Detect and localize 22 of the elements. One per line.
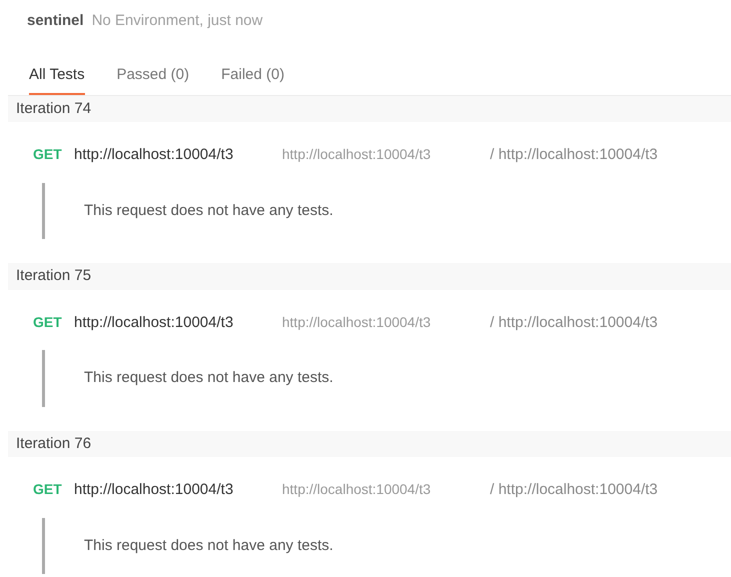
iteration-header: Iteration 75 [8, 263, 731, 290]
request-name[interactable]: http://localhost:10004/t3 [74, 144, 282, 166]
http-method: GET [33, 312, 63, 332]
test-message: This request does not have any tests. [42, 518, 731, 574]
request-name[interactable]: http://localhost:10004/t3 [74, 479, 282, 502]
request-url: http://localhost:10004/t3 [282, 312, 432, 332]
request-url: http://localhost:10004/t3 [282, 480, 432, 499]
test-message: This request does not have any tests. [42, 350, 731, 406]
run-info: No Environment, just now [92, 11, 263, 31]
filter-tab[interactable]: Failed (0) [221, 60, 284, 94]
test-message: This request does not have any tests. [42, 182, 731, 239]
iteration-header: Iteration 76 [8, 430, 731, 457]
filter-tab[interactable]: Passed (0) [116, 60, 190, 94]
request-url: http://localhost:10004/t3 [282, 145, 432, 164]
http-method: GET [33, 145, 63, 164]
request-path: / http://localhost:10004/t3 [490, 312, 658, 332]
collection-name: sentinel [27, 11, 84, 31]
iteration-header: Iteration 74 [8, 96, 731, 122]
request-name[interactable]: http://localhost:10004/t3 [74, 312, 282, 334]
http-method: GET [33, 480, 63, 499]
request-path: / http://localhost:10004/t3 [490, 145, 658, 165]
request-path: / http://localhost:10004/t3 [490, 480, 658, 500]
